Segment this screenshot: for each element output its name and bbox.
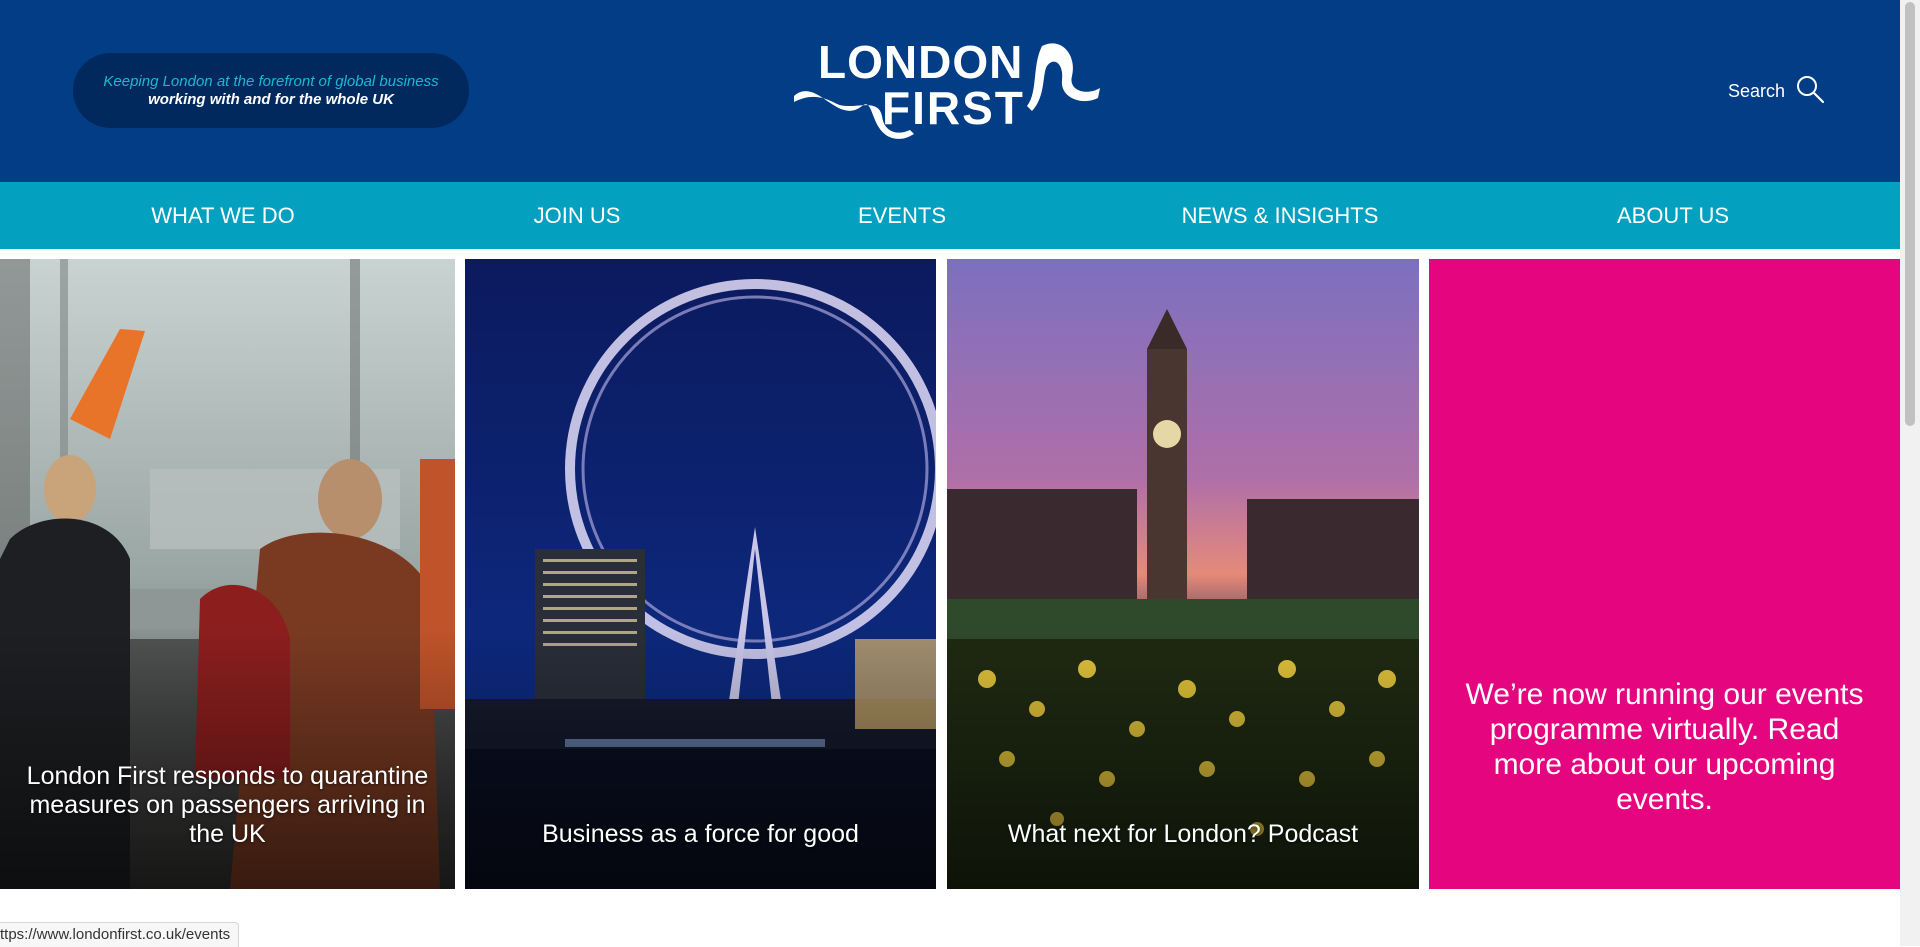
tagline-badge: Keeping London at the forefront of globa… bbox=[73, 53, 469, 128]
page-scrollbar[interactable] bbox=[1900, 0, 1920, 946]
news-tile-caption: What next for London? Podcast bbox=[1007, 820, 1359, 848]
search-label: Search bbox=[1728, 80, 1786, 101]
news-tile-caption: Business as a force for good bbox=[542, 820, 859, 848]
news-tile-caption: London First responds to quarantine meas… bbox=[26, 762, 429, 848]
logo-text-line2: FIRST bbox=[882, 82, 1025, 134]
search-button[interactable]: Search bbox=[1728, 74, 1825, 109]
news-tile-podcast[interactable]: What next for London? Podcast bbox=[947, 259, 1419, 889]
nav-item-news-insights[interactable]: NEWS & INSIGHTS bbox=[1182, 182, 1379, 249]
news-tile-quarantine[interactable]: London First responds to quarantine meas… bbox=[0, 259, 455, 889]
tagline-line1: Keeping London at the forefront of globa… bbox=[103, 72, 439, 90]
search-icon bbox=[1795, 74, 1825, 109]
logo-text-line1: LONDON bbox=[818, 36, 1023, 88]
main-nav: WHAT WE DO JOIN US EVENTS NEWS & INSIGHT… bbox=[0, 182, 1900, 249]
london-first-logo[interactable]: LONDON FIRST bbox=[792, 36, 1102, 144]
browser-status-url: ttps://www.londonfirst.co.uk/events bbox=[0, 922, 240, 947]
caption-shade bbox=[0, 629, 455, 889]
news-tile-force-for-good[interactable]: Business as a force for good bbox=[465, 259, 936, 889]
tagline-line2: working with and for the whole UK bbox=[148, 90, 394, 108]
nav-item-about-us[interactable]: ABOUT US bbox=[1617, 182, 1729, 249]
events-promo-tile[interactable]: We’re now running our events programme v… bbox=[1429, 259, 1900, 889]
caption-shade bbox=[465, 629, 936, 889]
scrollbar-thumb[interactable] bbox=[1905, 2, 1915, 426]
nav-item-what-we-do[interactable]: WHAT WE DO bbox=[151, 182, 294, 249]
caption-shade bbox=[947, 629, 1419, 889]
events-promo-text: We’re now running our events programme v… bbox=[1465, 678, 1864, 816]
site-header: Keeping London at the forefront of globa… bbox=[0, 0, 1900, 182]
nav-item-events[interactable]: EVENTS bbox=[858, 182, 946, 249]
nav-item-join-us[interactable]: JOIN US bbox=[534, 182, 621, 249]
